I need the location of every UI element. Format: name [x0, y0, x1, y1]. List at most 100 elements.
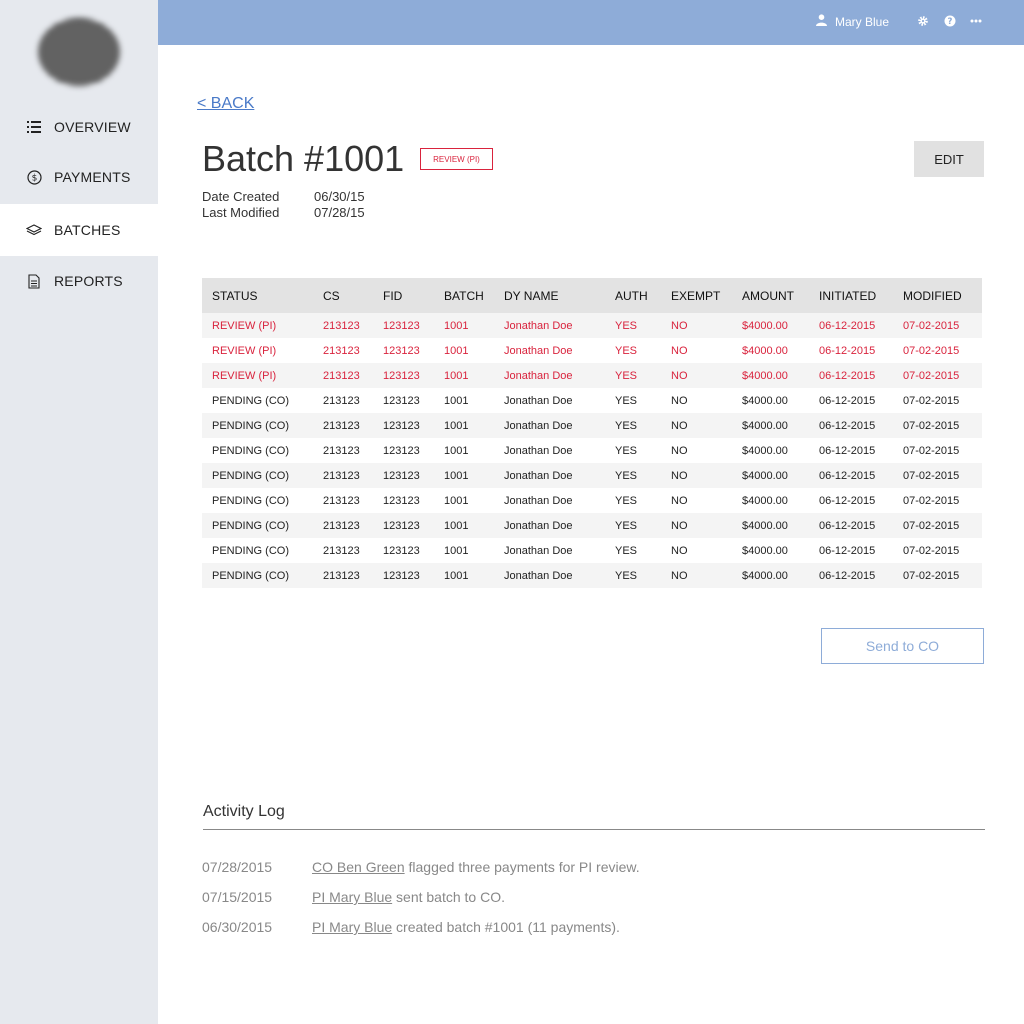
- user-link[interactable]: CO Ben Green: [312, 859, 405, 875]
- column-header[interactable]: BATCH: [444, 278, 504, 313]
- activity-date: 07/15/2015: [202, 889, 273, 905]
- sidebar-item-overview[interactable]: OVERVIEW: [0, 101, 158, 153]
- table-cell: 123123: [383, 563, 444, 588]
- logo: [38, 18, 120, 86]
- table-cell: $4000.00: [742, 563, 819, 588]
- send-to-co-button[interactable]: Send to CO: [821, 628, 984, 664]
- table-cell: 06-12-2015: [819, 563, 903, 588]
- table-cell: $4000.00: [742, 344, 788, 357]
- activity-text: created batch #1001 (11 payments).: [392, 919, 620, 935]
- table-cell: 213123: [323, 363, 383, 388]
- table-cell: PENDING (CO): [202, 413, 323, 438]
- column-header[interactable]: INITIATED: [819, 278, 903, 313]
- column-header[interactable]: DY NAME: [504, 278, 615, 313]
- table-cell: NO: [671, 394, 688, 407]
- column-header[interactable]: AUTH: [615, 278, 671, 313]
- table-cell: 07-02-2015: [903, 363, 982, 388]
- table-row[interactable]: PENDING (CO) 213123 123123 1001 Jonathan Doe…: [202, 538, 982, 563]
- list-icon: [26, 119, 42, 135]
- help-icon[interactable]: ?: [943, 14, 957, 28]
- table-row[interactable]: PENDING (CO) 213123 123123 1001 Jonathan Doe…: [202, 488, 982, 513]
- table-cell: 1001: [444, 463, 504, 488]
- table-cell: YES: [615, 444, 638, 457]
- table-row[interactable]: REVIEW (PI) 213123 123123 1001 Jonathan Doe Y…: [202, 338, 982, 363]
- table-cell: 07-02-2015: [903, 313, 982, 338]
- table-row[interactable]: PENDING (CO) 213123 123123 1001 Jonathan Doe…: [202, 413, 982, 438]
- table-row[interactable]: REVIEW (PI) 213123 123123 1001 Jonathan Doe Y…: [202, 313, 982, 338]
- table-row[interactable]: PENDING (CO) 213123 123123 1001 Jonathan Doe…: [202, 513, 982, 538]
- layers-icon: [26, 222, 42, 238]
- table-cell: 123123: [383, 444, 420, 457]
- table-cell: 06-12-2015: [819, 463, 903, 488]
- column-header[interactable]: EXEMPT: [671, 278, 742, 313]
- table-cell: NO: [671, 463, 742, 488]
- table-cell: 123123: [383, 363, 444, 388]
- activity-text: flagged three payments for PI review.: [404, 859, 640, 875]
- edit-button[interactable]: EDIT: [914, 141, 984, 177]
- table-cell: 07-02-2015: [903, 563, 982, 588]
- table-row[interactable]: PENDING (CO) 213123 123123 1001 Jonathan Doe…: [202, 388, 982, 413]
- column-header[interactable]: STATUS: [202, 278, 323, 313]
- table-row[interactable]: PENDING (CO) 213123 123123 1001 Jonathan Doe…: [202, 563, 982, 588]
- table-cell: 123123: [383, 494, 420, 507]
- table-cell: 1001: [444, 444, 469, 457]
- table-cell: YES: [615, 563, 671, 588]
- table-cell: YES: [615, 413, 671, 438]
- table-row[interactable]: PENDING (CO) 213123 123123 1001 Jonathan Doe…: [202, 463, 982, 488]
- user-menu[interactable]: Mary Blue: [816, 14, 889, 29]
- table-cell: Jonathan Doe: [504, 394, 573, 407]
- table-cell: NO: [671, 363, 742, 388]
- table-cell: Jonathan Doe: [504, 463, 615, 488]
- table-cell: 1001: [444, 313, 504, 338]
- table-cell: 1001: [444, 344, 469, 357]
- table-cell: $4000.00: [742, 444, 788, 457]
- table-cell: PENDING (CO): [212, 544, 289, 557]
- last-modified-label: Last Modified: [202, 205, 280, 220]
- back-link[interactable]: < BACK: [197, 95, 254, 113]
- table-cell: 123123: [383, 413, 444, 438]
- table-cell: YES: [615, 494, 638, 507]
- last-modified-value: 07/28/15: [314, 205, 365, 220]
- table-cell: 213123: [323, 563, 383, 588]
- activity-log-title: Activity Log: [203, 803, 285, 820]
- activity-date: 06/30/2015: [202, 919, 273, 935]
- table-cell: 1001: [444, 544, 469, 557]
- table-cell: PENDING (CO): [212, 494, 289, 507]
- svg-text:$: $: [31, 173, 37, 183]
- table-cell: $4000.00: [742, 413, 819, 438]
- column-header[interactable]: MODIFIED: [903, 278, 982, 313]
- table-cell: Jonathan Doe: [504, 444, 573, 457]
- table-cell: 07-02-2015: [903, 394, 960, 407]
- table-row[interactable]: REVIEW (PI) 213123 123123 1001 Jonathan Doe Y…: [202, 363, 982, 388]
- svg-text:?: ?: [948, 17, 953, 27]
- table-cell: YES: [615, 394, 638, 407]
- user-link[interactable]: PI Mary Blue: [312, 889, 392, 905]
- more-icon[interactable]: [969, 14, 983, 28]
- table-cell: 1001: [444, 563, 504, 588]
- table-cell: REVIEW (PI): [202, 363, 323, 388]
- table-cell: 213123: [323, 544, 360, 557]
- column-header[interactable]: AMOUNT: [742, 278, 819, 313]
- table-cell: Jonathan Doe: [504, 544, 573, 557]
- sidebar-item-batches[interactable]: BATCHES: [0, 204, 158, 256]
- activity-date: 07/28/2015: [202, 859, 273, 875]
- date-created-label: Date Created: [202, 189, 280, 204]
- table-cell: NO: [671, 344, 688, 357]
- user-link[interactable]: PI Mary Blue: [312, 919, 392, 935]
- table-cell: NO: [671, 494, 688, 507]
- gear-icon[interactable]: [916, 14, 930, 28]
- column-header[interactable]: FID: [383, 278, 444, 313]
- sidebar-item-reports[interactable]: REPORTS: [0, 255, 158, 307]
- table-cell: 07-02-2015: [903, 494, 960, 507]
- table-cell: Jonathan Doe: [504, 513, 615, 538]
- table-row[interactable]: PENDING (CO) 213123 123123 1001 Jonathan Doe…: [202, 438, 982, 463]
- table-cell: PENDING (CO): [202, 463, 323, 488]
- table-cell: Jonathan Doe: [504, 413, 615, 438]
- column-header[interactable]: CS: [323, 278, 383, 313]
- activity-entry: 06/30/2015 PI Mary Blue created batch #1…: [202, 919, 620, 935]
- sidebar-item-payments[interactable]: $ PAYMENTS: [0, 151, 158, 203]
- table-cell: $4000.00: [742, 513, 819, 538]
- table-cell: NO: [671, 444, 688, 457]
- table-cell: YES: [615, 463, 671, 488]
- table-cell: 07-02-2015: [903, 413, 982, 438]
